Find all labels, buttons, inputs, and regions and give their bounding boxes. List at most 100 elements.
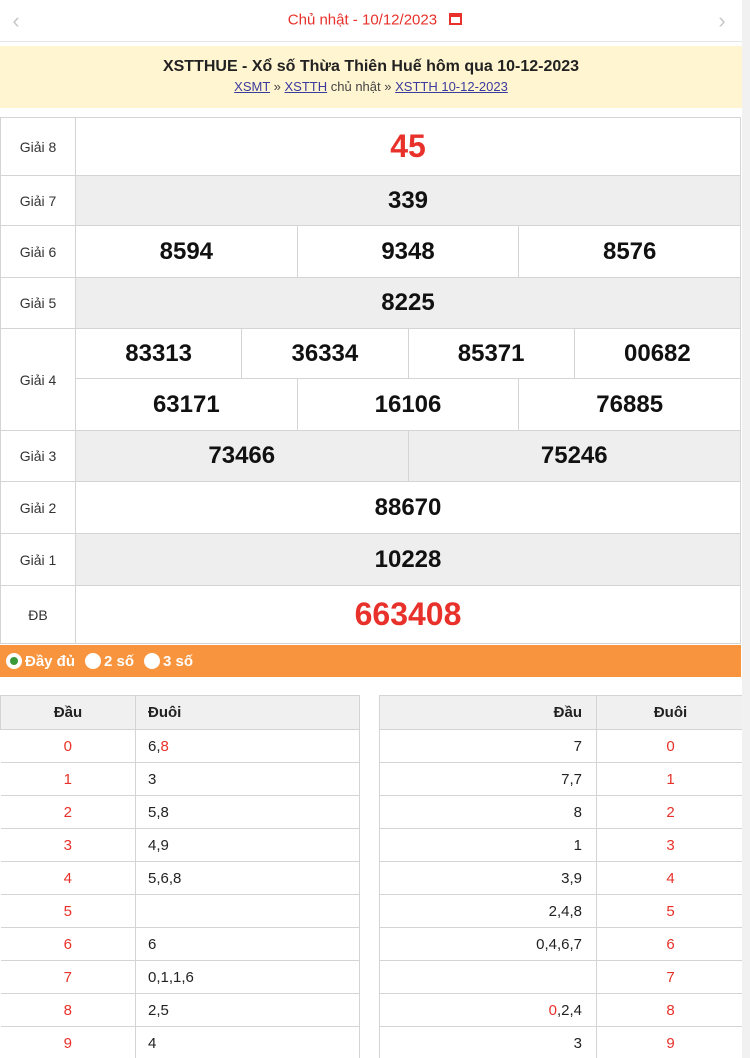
tail-text: 6, <box>148 737 161 755</box>
option-three-label: 3 số <box>163 652 194 670</box>
prize-4-number: 00682 <box>573 329 740 378</box>
head-text: 3 <box>573 1034 582 1052</box>
option-three-digits[interactable]: 3 số <box>144 653 193 670</box>
prize-row-g3: Giải 3 73466 75246 <box>0 430 741 482</box>
breadcrumb-separator: » <box>380 79 396 94</box>
prize-3-number: 75246 <box>407 431 741 481</box>
prize-4-number: 85371 <box>407 329 574 378</box>
date-bar: ‹ Chủ nhật - 10/12/2023 › <box>0 0 750 42</box>
loto-head-digits: 8 <box>379 795 597 829</box>
loto-tail-digits: 6 <box>135 927 360 961</box>
tail-text: 6 <box>148 935 157 953</box>
date-selector[interactable]: Chủ nhật - 10/12/2023 <box>0 11 750 29</box>
loto-head-digits: 3 <box>379 1026 597 1058</box>
loto-head-digits: 0,2,4 <box>379 993 597 1027</box>
loto-head-digits: 2,4,8 <box>379 894 597 928</box>
loto-head-digit: 3 <box>0 828 136 862</box>
option-two-label: 2 số <box>104 652 135 670</box>
prize-label: Giải 3 <box>0 430 76 482</box>
table-row: 0 6,8 <box>0 729 360 763</box>
breadcrumb-date-link[interactable]: XSTTH 10-12-2023 <box>395 79 508 94</box>
prize-row-g5: Giải 5 8225 <box>0 277 741 329</box>
column-header: Đuôi <box>596 695 745 730</box>
table-row: 39 <box>379 1026 745 1058</box>
prize-4-number: 36334 <box>241 329 407 378</box>
loto-tail-table: Đầu Đuôi 7 0 7,7 1 8 2 1 3 3,9 4 2,4,8 5 0,4,6,7 6 7 0,… <box>379 695 745 1058</box>
table-row: 13 <box>379 828 745 862</box>
results-header: XSTTHUE - Xổ số Thừa Thiên Huế hôm qua 1… <box>0 46 742 108</box>
column-header: Đuôi <box>135 695 360 730</box>
prize-row-g7: Giải 7 339 <box>0 175 741 226</box>
prize-label: ĐB <box>0 585 76 644</box>
loto-tail-digit: 0 <box>596 729 745 763</box>
prize-label: Giải 6 <box>0 225 76 278</box>
loto-tail-digits: 4,9 <box>135 828 360 862</box>
option-two-digits[interactable]: 2 số <box>85 653 134 670</box>
loto-tail-digits: 3 <box>135 762 360 796</box>
prize-6-cells: 8594 9348 8576 <box>75 225 741 278</box>
loto-tail-digit: 4 <box>596 861 745 895</box>
radio-selected-icon[interactable] <box>6 653 22 669</box>
tail-text: 4 <box>148 1034 157 1052</box>
loto-head-digit: 7 <box>0 960 136 994</box>
head-text: 1 <box>573 836 582 854</box>
tail-text: 3 <box>148 770 157 788</box>
table-row: 70 <box>379 729 745 763</box>
tail-text-highlight: 8 <box>160 737 169 755</box>
table-row: 13 <box>0 762 360 796</box>
column-header: Đầu <box>0 695 136 730</box>
prize-label: Giải 7 <box>0 175 76 226</box>
loto-head-digits: 1 <box>379 828 597 862</box>
table-row: 2 5,8 <box>0 795 360 829</box>
loto-tail-digit: 6 <box>596 927 745 961</box>
prize-2-number: 88670 <box>75 481 741 534</box>
tail-text: 5,8 <box>148 803 169 821</box>
radio-icon[interactable] <box>144 653 161 669</box>
table-row: 4 5,6,8 <box>0 861 360 895</box>
prize-row-g1: Giải 1 10228 <box>0 533 741 586</box>
loto-head-digit: 4 <box>0 861 136 895</box>
table-row: 0,2,4 8 <box>379 993 745 1027</box>
loto-tail-digit: 9 <box>596 1026 745 1058</box>
table-row: 7 <box>379 960 745 994</box>
prize-6-number: 8594 <box>159 237 214 265</box>
prize-4-number: 83313 <box>125 339 192 367</box>
option-full-label: Đầy đủ <box>25 652 76 670</box>
calendar-icon[interactable] <box>449 13 463 26</box>
head-text: 3,9 <box>561 869 582 887</box>
loto-tail-digit: 8 <box>596 993 745 1027</box>
day-name: Chủ nhật - <box>287 11 358 29</box>
tail-text: 0,1,1,6 <box>148 968 194 986</box>
prize-8-number: 45 <box>75 117 741 176</box>
head-text-highlight: 0 <box>548 1001 557 1019</box>
breadcrumb-separator: » <box>270 79 285 94</box>
prize-5-number: 8225 <box>75 277 741 329</box>
table-row: 8 2,5 <box>0 993 360 1027</box>
loto-head-table: Đầu Đuôi 0 6,8 1 3 2 5,8 3 4,9 4 5,6,8 5 6 6 7 0,1,1,6… <box>0 695 360 1058</box>
prize-row-g6: Giải 6 8594 9348 8576 <box>0 225 741 278</box>
prize-3-number: 73466 <box>208 442 276 469</box>
breadcrumb-xsmt-link[interactable]: XSMT <box>234 79 270 94</box>
loto-head-digits: 7 <box>379 729 597 763</box>
special-prize-number: 663408 <box>75 585 741 644</box>
head-text: 7 <box>573 737 582 755</box>
breadcrumb: XSMT » XSTTH chủ nhật » XSTTH 10-12-2023 <box>0 79 742 94</box>
table-row: 5 <box>0 894 360 928</box>
prize-7-number: 339 <box>75 175 741 226</box>
table-row: 7,7 1 <box>379 762 745 796</box>
loto-head-digit: 6 <box>0 927 136 961</box>
next-day-button[interactable]: › <box>710 8 734 34</box>
page-scrollbar[interactable] <box>742 0 750 1058</box>
head-text: 7,7 <box>561 770 582 788</box>
tail-text: 4,9 <box>148 836 169 854</box>
option-full[interactable]: Đầy đủ <box>6 653 75 670</box>
prize-row-g4: Giải 4 83313 36334 85371 00682 63171 161… <box>0 328 741 431</box>
breadcrumb-xstth-link[interactable]: XSTTH <box>285 79 328 94</box>
loto-tail-digits: 0,1,1,6 <box>135 960 360 994</box>
head-text: 0,4,6,7 <box>536 935 582 953</box>
prize-label: Giải 2 <box>0 481 76 534</box>
prize-label: Giải 4 <box>0 328 76 431</box>
radio-icon[interactable] <box>85 653 102 669</box>
loto-tail-digit: 7 <box>596 960 745 994</box>
table-row: 3,9 4 <box>379 861 745 895</box>
